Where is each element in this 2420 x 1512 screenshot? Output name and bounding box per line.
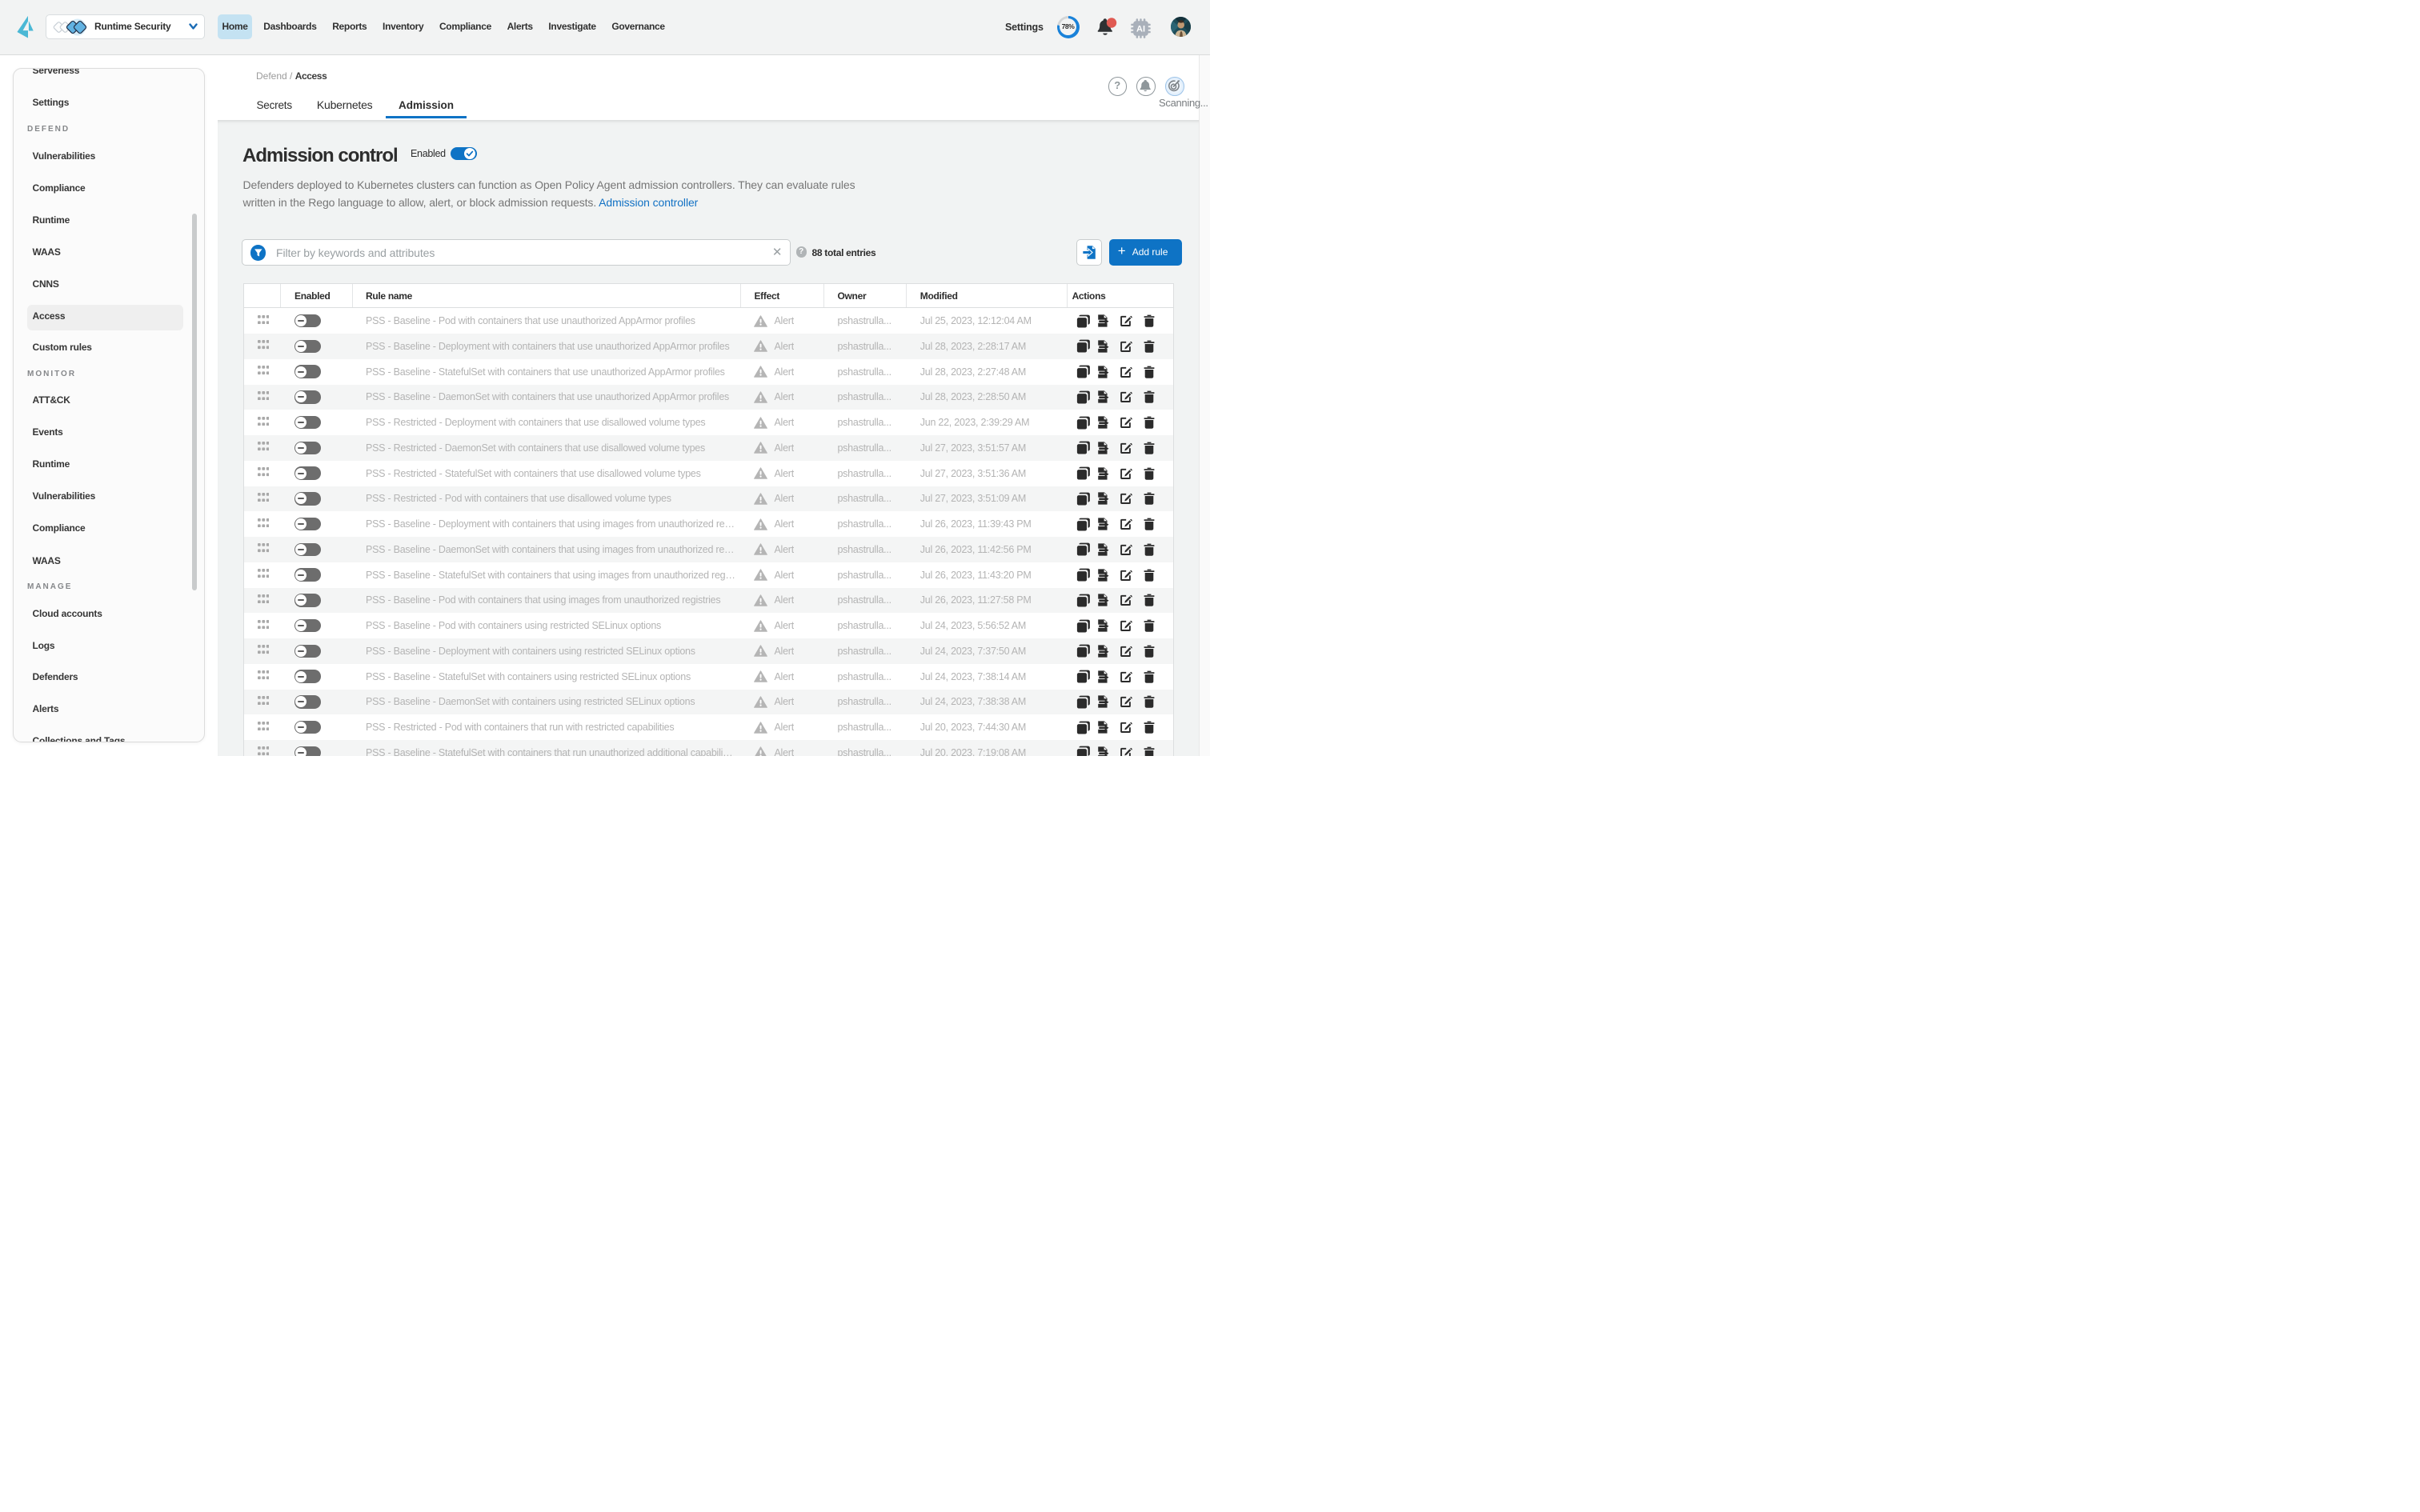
- svg-text:AI: AI: [1136, 24, 1145, 34]
